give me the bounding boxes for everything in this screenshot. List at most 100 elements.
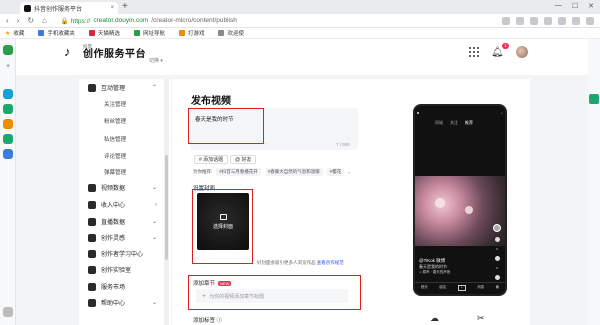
chevron-right-icon: › — [155, 201, 157, 208]
suggest-tag[interactable]: #抖音三月春播花开 — [216, 168, 261, 176]
side-widget-icon[interactable] — [589, 94, 599, 104]
app-sidebar-icon[interactable] — [3, 89, 13, 99]
phone-live-icon: ◙ — [417, 111, 420, 115]
app-sidebar-icon[interactable] — [3, 104, 13, 114]
shop-icon — [88, 282, 96, 291]
nav-inspiration[interactable]: 创作灵感 ⌄ — [79, 233, 171, 242]
extension-icon[interactable] — [558, 16, 566, 25]
settings-icon[interactable] — [3, 307, 13, 317]
phone-side-actions: 0 0 0 — [493, 224, 501, 289]
nav-sub-follow[interactable]: 关注管理 — [104, 100, 126, 108]
home-icon[interactable]: ⌂ — [42, 16, 47, 25]
page-icon — [218, 30, 225, 36]
chevron-down-icon: ⌄ — [151, 185, 157, 191]
bookmarks-bar: ★ 收藏 手机收藏夹 天猫精选 网址导航 打游戏 欢迎使 — [0, 28, 600, 39]
cover-guidelines-link[interactable]: 查看创作规范 — [317, 260, 344, 265]
nav-group-interaction[interactable]: 互动管理 ⌃ — [79, 83, 171, 92]
nav-sub-message[interactable]: 私信管理 — [104, 135, 126, 143]
add-topic-button[interactable]: # 添加话题 — [194, 155, 229, 164]
add-icon[interactable]: + — [3, 61, 13, 71]
nav-sub-comment[interactable]: 评论管理 — [104, 152, 126, 160]
nav-sub-fans[interactable]: 粉丝管理 — [104, 117, 126, 125]
back-icon[interactable]: ‹ — [6, 16, 9, 25]
switch-dropdown[interactable]: 切换 ▾ — [149, 57, 163, 64]
highlight-box-description — [188, 108, 264, 144]
cover-hint: 好封面会吸引更多人浏览作品 查看创作规范 — [257, 260, 344, 266]
cloud-upload-icon[interactable]: ☁ — [430, 313, 439, 324]
url-field[interactable]: 🔒 https://creator.douyin.com/creator-mic… — [61, 17, 391, 25]
nav-help[interactable]: 帮助中心 ⌄ — [79, 298, 171, 307]
suggest-tag[interactable]: #春暖大自然的气息和温暖 — [264, 168, 323, 176]
blossom-shape — [435, 198, 445, 208]
chevron-down-icon: ⌄ — [151, 300, 157, 306]
notification-badge: 1 — [502, 42, 509, 49]
nav-label: 互动管理 — [101, 86, 126, 92]
extension-icon[interactable] — [502, 16, 510, 25]
close-window-button[interactable]: ✕ — [588, 2, 594, 10]
nav-learning[interactable]: 创作者学习中心 — [79, 249, 171, 258]
lab-icon — [88, 265, 96, 274]
wallet-icon — [88, 200, 96, 209]
extension-icon[interactable] — [572, 16, 580, 25]
minimize-button[interactable]: — — [555, 2, 562, 10]
bookmark-item[interactable]: 天猫精选 — [88, 29, 120, 37]
forward-icon[interactable]: › — [17, 16, 20, 25]
bookmark-item[interactable]: 网址导航 — [133, 29, 165, 37]
logo[interactable]: ♪ 抖音 创作服务平台 — [64, 44, 146, 60]
app-sidebar-icon[interactable] — [3, 119, 13, 129]
extension-icon[interactable] — [530, 16, 538, 25]
app-sidebar-icon[interactable] — [3, 134, 13, 144]
maximize-button[interactable]: ☐ — [572, 2, 578, 10]
highlight-box-chapter — [188, 275, 361, 310]
nav-site-icon — [133, 30, 140, 36]
new-tab-button[interactable]: + — [122, 1, 128, 12]
add-label-heading: 添加标签 ⓘ — [193, 318, 223, 324]
bookmark-item[interactable]: 打游戏 — [178, 29, 204, 37]
nav-label: 创作灵感 — [101, 236, 126, 242]
nav-live-data[interactable]: 直播数据 ⌄ — [79, 217, 171, 226]
browser-tab[interactable]: 抖音创作服务平台 × — [20, 2, 118, 14]
suggest-tag[interactable]: #樱花 — [326, 168, 345, 176]
scissors-icon[interactable]: ✂ — [477, 313, 485, 324]
bell-icon[interactable]: 🔔︎ 1 — [491, 42, 509, 58]
nav-label: 帮助中心 — [101, 301, 126, 307]
nav-sub-danmaku[interactable]: 弹幕管理 — [104, 168, 126, 176]
home-sidebar-icon[interactable] — [3, 45, 13, 55]
live-icon — [88, 217, 96, 226]
bookmark-item[interactable]: 手机收藏夹 — [38, 29, 75, 37]
nav-scrollbar-thumb[interactable] — [165, 155, 168, 260]
suggest-more-icon[interactable]: › — [348, 170, 350, 175]
url-scheme: 🔒 https:// — [60, 17, 91, 25]
nav-lab[interactable]: 创作实验室 — [79, 265, 171, 274]
chart-icon — [88, 183, 96, 192]
nav-label: 创作实验室 — [101, 268, 132, 274]
apps-grid-icon[interactable] — [469, 47, 479, 57]
phone-tab: 同城 — [435, 120, 443, 125]
bookmark-item[interactable]: ★ 收藏 — [5, 29, 24, 38]
menu-icon[interactable] — [586, 16, 594, 25]
douyin-favicon-icon — [24, 4, 31, 12]
extension-icon[interactable] — [544, 16, 552, 25]
bulb-icon — [88, 233, 96, 242]
nav-video-data[interactable]: 视频数据 ⌄ — [79, 183, 171, 192]
mention-friend-button[interactable]: @ 好友 — [230, 155, 257, 164]
suggest-label: 为你推荐: — [193, 169, 213, 174]
share-icon — [494, 275, 500, 280]
nav-service-market[interactable]: 服务市场 — [79, 282, 171, 291]
url-path: /creator-micro/content/publish — [151, 17, 237, 24]
chevron-up-icon: ⌃ — [151, 85, 157, 91]
reload-icon[interactable]: ↻ — [27, 16, 34, 25]
page-title: 发布视频 — [191, 96, 231, 107]
bookmark-item[interactable]: 欢迎使 — [218, 29, 244, 37]
tab-close-icon[interactable]: × — [110, 5, 114, 11]
browser-right-sidebar — [588, 39, 600, 325]
extension-icon[interactable] — [516, 16, 524, 25]
phone-nav-item: 朋友 — [439, 285, 447, 289]
avatar[interactable] — [515, 46, 528, 58]
douyin-logo-icon: ♪ — [64, 44, 71, 59]
app-sidebar-icon[interactable] — [3, 149, 13, 159]
nav-income[interactable]: 收入中心 › — [79, 200, 171, 209]
blossom-shape — [465, 206, 473, 214]
suggested-tags: 为你推荐: #抖音三月春播花开 #春暖大自然的气息和温暖 #樱花 › — [193, 168, 350, 176]
heart-icon — [494, 237, 500, 242]
